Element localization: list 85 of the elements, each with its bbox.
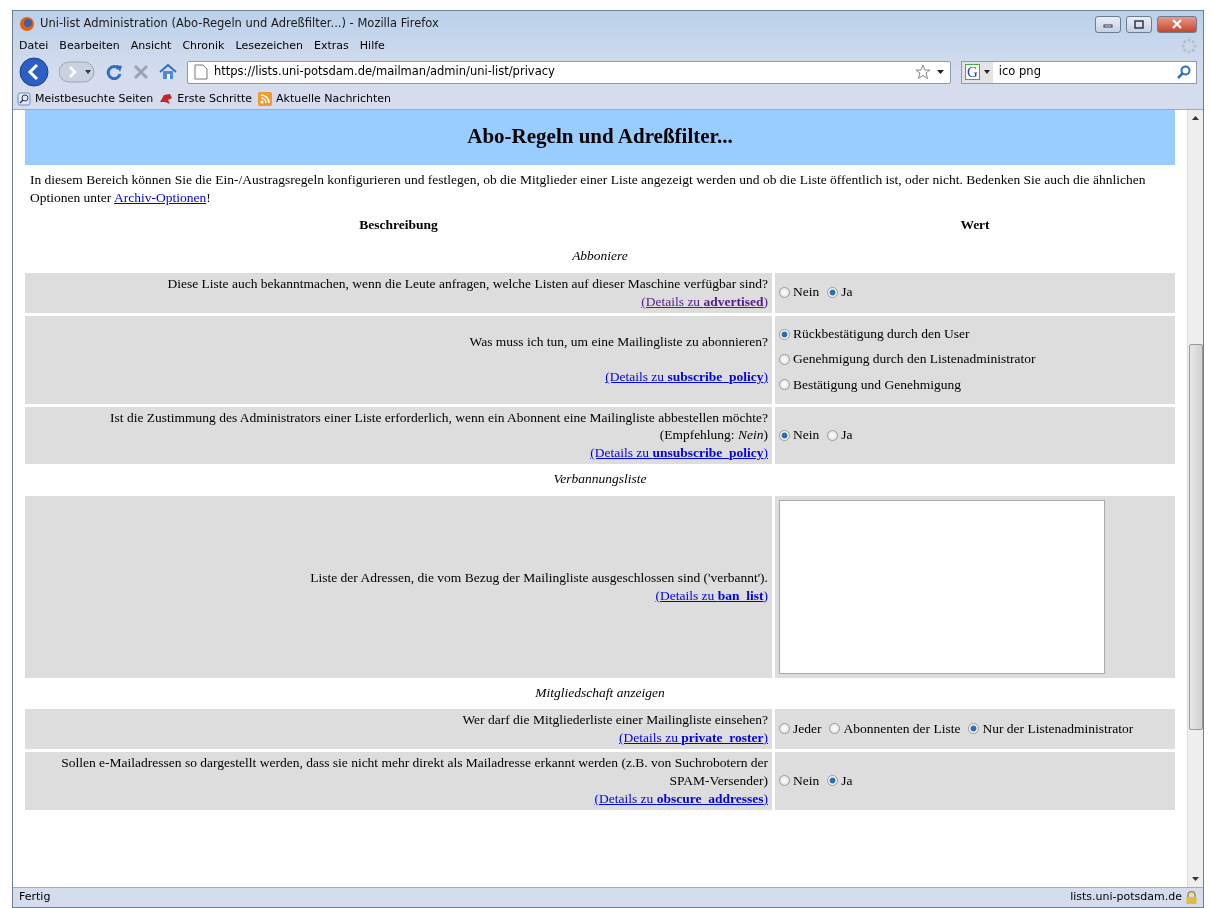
star-icon[interactable]: [915, 64, 931, 80]
radio-button[interactable]: [779, 775, 790, 787]
section-title: Abboniere: [571, 247, 629, 266]
maximize-icon: [1134, 19, 1144, 29]
radio-option[interactable]: Ja: [827, 770, 853, 791]
menu-item[interactable]: Ansicht: [130, 37, 172, 55]
scroll-down-icon: [1192, 877, 1199, 881]
reload-icon[interactable]: [105, 63, 123, 81]
feed-icon: [258, 92, 273, 106]
scroll-up-icon: [1192, 116, 1199, 120]
radio-button[interactable]: [779, 328, 790, 340]
dropdown-caret-icon[interactable]: [937, 70, 944, 74]
details-link[interactable]: (Details zu unsubscribe_policy): [590, 444, 768, 463]
minimize-button[interactable]: [1095, 15, 1121, 33]
close-button[interactable]: [1157, 15, 1197, 33]
search-engine-selector[interactable]: G: [962, 61, 993, 83]
home-icon[interactable]: [159, 64, 177, 80]
section-title: Verbannungsliste: [552, 470, 648, 489]
forward-button-icon[interactable]: [59, 61, 95, 83]
recommendation-note: (Empfehlung: Nein): [659, 426, 768, 445]
status-text: Fertig: [19, 889, 51, 906]
padlock-icon: [1186, 891, 1197, 904]
archive-options-link[interactable]: Archiv-Optionen: [114, 190, 207, 206]
radio-option[interactable]: Ja: [827, 425, 853, 446]
menu-item[interactable]: Chronik: [182, 37, 225, 55]
radio-button[interactable]: [779, 379, 790, 391]
radio-option[interactable]: Ja: [827, 282, 853, 303]
radio-button[interactable]: [779, 723, 790, 735]
option-description: Sollen e-Mailadressen so dargestellt werden, dass sie nicht mehr direkt als Mailadresse erkannt werden (z.B. von Suchrobotern der SPAM-Versender): [60, 753, 768, 790]
radio-option[interactable]: Abonnenten der Liste: [829, 718, 961, 739]
radio-button[interactable]: [779, 354, 790, 365]
radio-button[interactable]: [968, 723, 980, 735]
option-description: Was muss ich tun, um eine Mailingliste zu abonnieren?: [469, 332, 768, 351]
bookmark-link[interactable]: Meistbesuchte Seiten: [17, 90, 154, 108]
menu-item[interactable]: Lesezeichen: [235, 37, 304, 55]
bookmark-link[interactable]: Erste Schritte: [159, 90, 253, 108]
vertical-scrollbar[interactable]: [1187, 110, 1203, 887]
radio-option[interactable]: Rückbestätigung durch den User: [779, 324, 970, 345]
search-field[interactable]: G ico png: [961, 60, 1197, 84]
radio-option[interactable]: Bestätigung und Genehmigung: [779, 374, 961, 395]
intro-paragraph: In diesem Bereich können Sie die Ein-/Austragsregeln konfigurieren und festlegen, ob die Mitglieder einer Liste angezeigt werden und ob die Liste öffentlich ist, oder nicht. Bedenken Sie auch die ähnlichen Optionen unter Archiv-Optionen!: [30, 171, 1147, 208]
details-link[interactable]: (Details zu subscribe_policy): [605, 368, 768, 387]
scroll-thumb[interactable]: [1188, 344, 1203, 730]
status-host: lists.uni-potsdam.de: [1070, 889, 1182, 906]
radio-option[interactable]: Nein: [779, 282, 820, 303]
stop-icon[interactable]: [133, 64, 149, 80]
option-description: Ist die Zustimmung des Administrators einer Liste erforderlich, wenn ein Abonnent eine Mailingliste abbestellen möchte?: [110, 408, 768, 427]
radio-button[interactable]: [779, 429, 790, 441]
window-title: Uni-list Administration (Abo-Regeln und Adreßfilter...) - Mozilla Firefox: [40, 15, 439, 33]
radio-option[interactable]: Genehmigung durch den Listenadministrator: [779, 349, 1036, 370]
page-heading: Abo-Regeln und Adreßfilter...: [25, 110, 1175, 166]
menu-item[interactable]: Bearbeiten: [59, 37, 120, 55]
radio-button[interactable]: [827, 287, 839, 299]
browser-logo-icon: [19, 16, 35, 32]
option-description: Wer darf die Mitgliederliste einer Mailingliste einsehen?: [462, 710, 768, 729]
radio-button[interactable]: [829, 723, 841, 735]
page-icon: [194, 64, 208, 80]
menu-item[interactable]: Extras: [314, 37, 349, 55]
back-button-icon[interactable]: [19, 57, 49, 87]
option-description: Liste der Adressen, die vom Bezug der Mailingliste ausgeschlossen sind ('verbannt').: [310, 568, 768, 587]
maximize-button[interactable]: [1126, 15, 1152, 33]
details-link[interactable]: (Details zu private_roster): [619, 728, 768, 747]
radio-button[interactable]: [779, 287, 790, 299]
option-description: Diese Liste auch bekanntmachen, wenn die Leute anfragen, welche Listen auf dieser Maschine verfügbar sind?: [167, 274, 768, 293]
radio-button[interactable]: [827, 775, 839, 787]
search-icon[interactable]: [1177, 65, 1191, 79]
details-link[interactable]: (Details zu advertised): [641, 292, 768, 311]
radio-option[interactable]: Nein: [779, 425, 820, 446]
column-header: Wert: [959, 216, 991, 235]
radio-option[interactable]: Nein: [779, 770, 820, 791]
loading-spinner-icon: [1181, 38, 1197, 54]
magnifier-page-icon: [17, 92, 31, 106]
close-icon: [1171, 19, 1183, 29]
radio-option[interactable]: Jeder: [779, 718, 822, 739]
menu-item[interactable]: Datei: [19, 37, 49, 55]
details-link[interactable]: (Details zu ban_list): [655, 586, 768, 605]
bookmark-link[interactable]: Aktuelle Nachrichten: [258, 90, 391, 108]
radio-option[interactable]: Nur der Listenadministrator: [968, 718, 1134, 739]
details-link[interactable]: (Details zu obscure_addresses): [594, 789, 768, 808]
column-header: Beschreibung: [358, 216, 439, 235]
menu-item[interactable]: Hilfe: [359, 37, 385, 55]
address-field[interactable]: https://lists.uni-potsdam.de/mailman/admin/uni-list/privacy: [187, 60, 951, 84]
dropdown-caret-icon: [983, 70, 990, 74]
section-title: Mitgliedschaft anzeigen: [534, 683, 666, 702]
radio-button[interactable]: [827, 429, 839, 441]
